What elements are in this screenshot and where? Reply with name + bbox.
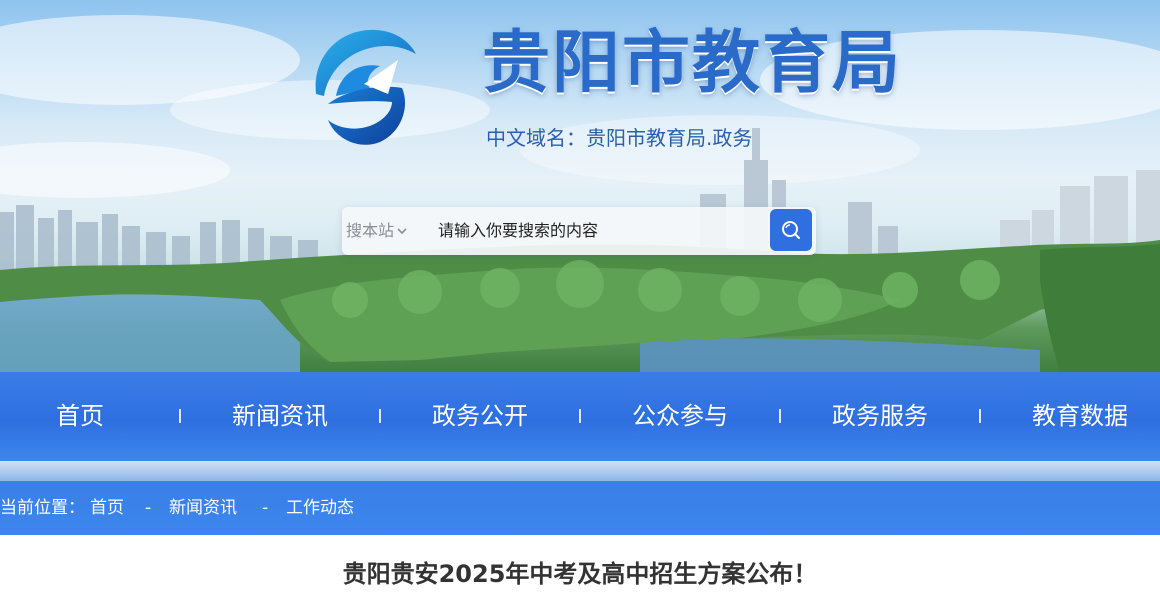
breadcrumb-work-updates[interactable]: 工作动态: [286, 481, 354, 535]
header-banner: 贵阳市教育局 中文域名：贵阳市教育局.政务 搜本站: [0, 0, 1160, 372]
search-icon: [782, 221, 800, 239]
breadcrumb-prefix: 当前位置：: [0, 498, 85, 518]
nav-item-news[interactable]: 新闻资讯: [180, 372, 380, 461]
search-button[interactable]: [770, 209, 812, 251]
breadcrumb: 当前位置： 首页 - 新闻资讯 - 工作动态: [0, 481, 1160, 535]
main-nav: 首页 新闻资讯 政务公开 公众参与 政务服务 教育数据: [0, 372, 1160, 461]
nav-item-home[interactable]: 首页: [0, 372, 160, 461]
chevron-down-icon: [397, 228, 407, 235]
nav-item-public-participation[interactable]: 公众参与: [580, 372, 780, 461]
decorative-strip: [0, 461, 1160, 481]
education-bureau-logo: [315, 29, 416, 145]
nav-item-education-data[interactable]: 教育数据: [980, 372, 1160, 461]
search-input[interactable]: [438, 217, 762, 243]
nav-item-government-services[interactable]: 政务服务: [780, 372, 980, 461]
breadcrumb-separator: -: [145, 498, 152, 518]
domain-value[interactable]: 贵阳市教育局.政务: [586, 126, 752, 150]
breadcrumb-news[interactable]: 新闻资讯: [169, 481, 237, 535]
nav-item-government-affairs[interactable]: 政务公开: [380, 372, 580, 461]
article-title: 贵阳贵安2025年中考及高中招生方案公布！: [342, 560, 818, 588]
domain-label: 中文域名：: [486, 126, 586, 150]
search-scope-label: 搜本站: [346, 221, 395, 240]
site-title: 贵阳市教育局: [482, 24, 903, 103]
breadcrumb-home[interactable]: 首页: [90, 481, 124, 535]
chinese-domain-name: 中文域名：贵阳市教育局.政务: [486, 123, 752, 153]
search-scope-dropdown[interactable]: 搜本站: [346, 207, 408, 255]
search-box: 搜本站: [342, 207, 816, 255]
breadcrumb-separator: -: [262, 498, 269, 518]
